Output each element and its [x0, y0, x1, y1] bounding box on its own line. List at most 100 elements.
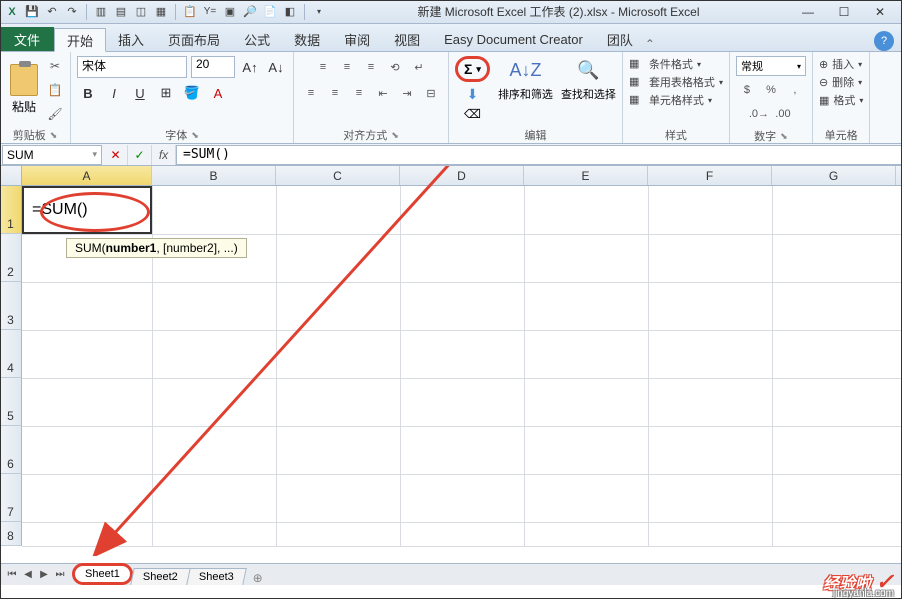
sheet-tab-1[interactable]: Sheet1 — [72, 563, 133, 585]
qat-icon[interactable]: 📄 — [262, 4, 278, 20]
tab-formulas[interactable]: 公式 — [232, 27, 282, 51]
cell-style-button[interactable]: ▦单元格样式▾ — [629, 92, 712, 108]
row-header-4[interactable]: 4 — [0, 330, 22, 378]
qat-icon[interactable]: ◫ — [133, 4, 149, 20]
column-header-b[interactable]: B — [152, 166, 276, 185]
qat-icon[interactable]: ▣ — [222, 4, 238, 20]
font-color-button[interactable]: A — [207, 82, 229, 104]
qat-icon[interactable]: ◧ — [282, 4, 298, 20]
indent-inc-icon[interactable]: ⇥ — [396, 82, 418, 104]
align-middle-icon[interactable]: ≡ — [336, 56, 358, 78]
italic-button[interactable]: I — [103, 82, 125, 104]
cells-area[interactable]: =SUM() SUM(number1, [number2], ...) — [22, 186, 902, 546]
qat-icon[interactable]: ▥ — [93, 4, 109, 20]
tab-review[interactable]: 审阅 — [332, 27, 382, 51]
select-all-corner[interactable] — [0, 166, 22, 185]
font-size-combo[interactable]: 20 — [191, 56, 235, 78]
column-header-g[interactable]: G — [772, 166, 896, 185]
align-top-icon[interactable]: ≡ — [312, 56, 334, 78]
row-header-5[interactable]: 5 — [0, 378, 22, 426]
format-painter-icon[interactable]: 🖌 — [46, 105, 64, 123]
cut-icon[interactable]: ✂ — [46, 57, 64, 75]
sheet-nav-prev-icon[interactable]: ◀ — [20, 569, 36, 580]
formula-input[interactable]: =SUM() — [176, 145, 902, 165]
row-header-7[interactable]: 7 — [0, 474, 22, 522]
column-header-a[interactable]: A — [22, 166, 152, 185]
fill-icon[interactable]: ⬇ — [467, 86, 479, 103]
sheet-nav-first-icon[interactable]: ⏮ — [4, 569, 20, 580]
format-cells-button[interactable]: ▦格式▾ — [819, 92, 863, 108]
number-format-combo[interactable]: 常规▾ — [736, 56, 806, 76]
launcher-icon[interactable]: ⬊ — [391, 130, 399, 141]
tab-team[interactable]: 团队 — [595, 27, 645, 51]
qat-dropdown-icon[interactable]: ▾ — [311, 4, 327, 20]
sheet-tab-3[interactable]: Sheet3 — [186, 568, 246, 585]
sheet-nav-next-icon[interactable]: ▶ — [36, 569, 52, 580]
save-icon[interactable]: 💾 — [24, 4, 40, 20]
qat-icon[interactable]: Y= — [202, 4, 218, 20]
orientation-icon[interactable]: ⟲ — [384, 56, 406, 78]
fx-icon[interactable]: fx — [152, 145, 176, 165]
tab-home[interactable]: 开始 — [54, 28, 106, 52]
name-box[interactable]: SUM▾ — [2, 145, 102, 165]
currency-icon[interactable]: $ — [736, 80, 758, 100]
maximize-button[interactable]: ☐ — [830, 5, 858, 19]
insert-cells-button[interactable]: ⊕插入▾ — [819, 56, 862, 72]
cancel-formula-icon[interactable]: ✕ — [104, 145, 128, 165]
column-header-f[interactable]: F — [648, 166, 772, 185]
sort-filter-button[interactable]: A↓Z 排序和筛选 — [498, 56, 553, 102]
tab-edc[interactable]: Easy Document Creator — [432, 27, 595, 51]
minimize-ribbon-icon[interactable]: ⌃ — [645, 37, 661, 51]
launcher-icon[interactable]: ⬊ — [191, 130, 199, 141]
file-tab[interactable]: 文件 — [0, 27, 54, 51]
qat-icon[interactable]: 🔎 — [242, 4, 258, 20]
column-header-e[interactable]: E — [524, 166, 648, 185]
redo-icon[interactable]: ↷ — [64, 4, 80, 20]
launcher-icon[interactable]: ⬊ — [780, 131, 788, 142]
tab-insert[interactable]: 插入 — [106, 27, 156, 51]
tab-data[interactable]: 数据 — [282, 27, 332, 51]
find-select-button[interactable]: 🔍 查找和选择 — [561, 56, 616, 102]
chevron-down-icon[interactable]: ▾ — [92, 149, 97, 160]
font-family-combo[interactable]: 宋体 — [77, 56, 187, 78]
accept-formula-icon[interactable]: ✓ — [128, 145, 152, 165]
row-header-1[interactable]: 1 — [0, 186, 22, 234]
decrease-decimal-icon[interactable]: .00 — [772, 104, 794, 124]
qat-icon[interactable]: ▤ — [113, 4, 129, 20]
increase-decimal-icon[interactable]: .0→ — [748, 104, 770, 124]
column-header-d[interactable]: D — [400, 166, 524, 185]
percent-icon[interactable]: % — [760, 80, 782, 100]
comma-icon[interactable]: , — [784, 80, 806, 100]
minimize-button[interactable]: — — [794, 5, 822, 19]
qat-icon[interactable]: ▦ — [153, 4, 169, 20]
new-sheet-icon[interactable]: ⊕ — [248, 571, 268, 585]
row-header-6[interactable]: 6 — [0, 426, 22, 474]
border-button[interactable]: ⊞ — [155, 82, 177, 104]
autosum-button[interactable]: Σ▾ — [455, 56, 490, 82]
row-header-8[interactable]: 8 — [0, 522, 22, 546]
align-bottom-icon[interactable]: ≡ — [360, 56, 382, 78]
undo-icon[interactable]: ↶ — [44, 4, 60, 20]
align-right-icon[interactable]: ≡ — [348, 82, 370, 104]
bold-button[interactable]: B — [77, 82, 99, 104]
merge-icon[interactable]: ⊟ — [420, 82, 442, 104]
copy-icon[interactable]: 📋 — [46, 81, 64, 99]
table-format-button[interactable]: ▦套用表格格式▾ — [629, 74, 723, 90]
row-header-3[interactable]: 3 — [0, 282, 22, 330]
active-cell-a1[interactable]: =SUM() — [22, 186, 152, 234]
decrease-font-icon[interactable]: A↓ — [265, 56, 287, 78]
underline-button[interactable]: U — [129, 82, 151, 104]
conditional-format-button[interactable]: ▦条件格式▾ — [629, 56, 701, 72]
fill-color-button[interactable]: 🪣 — [181, 82, 203, 104]
clear-icon[interactable]: ⌫ — [464, 107, 481, 121]
sheet-tab-2[interactable]: Sheet2 — [130, 568, 190, 585]
row-header-2[interactable]: 2 — [0, 234, 22, 282]
wrap-text-icon[interactable]: ↵ — [408, 56, 430, 78]
indent-dec-icon[interactable]: ⇤ — [372, 82, 394, 104]
paste-button[interactable]: 粘贴 — [6, 62, 42, 117]
close-button[interactable]: ✕ — [866, 5, 894, 19]
tab-layout[interactable]: 页面布局 — [156, 27, 232, 51]
align-center-icon[interactable]: ≡ — [324, 82, 346, 104]
sheet-nav-last-icon[interactable]: ⏭ — [52, 569, 68, 580]
launcher-icon[interactable]: ⬊ — [50, 130, 58, 141]
